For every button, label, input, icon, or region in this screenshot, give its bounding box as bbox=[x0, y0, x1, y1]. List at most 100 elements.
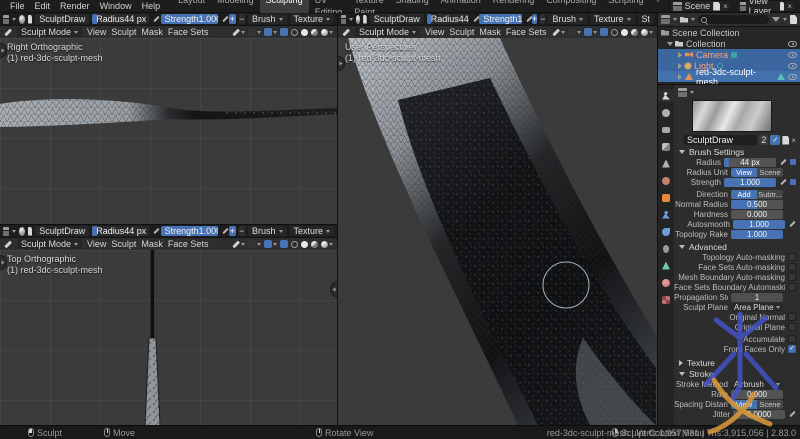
editor-type-icon[interactable] bbox=[3, 227, 9, 236]
eyedropper-icon[interactable] bbox=[152, 15, 157, 23]
sculpt-plane-dropdown[interactable]: Area Plane bbox=[731, 303, 783, 312]
remove-brush-button[interactable]: − bbox=[239, 226, 245, 236]
face-sets-menu[interactable]: Face Sets bbox=[168, 27, 209, 37]
outliner-row-collection[interactable]: Collection bbox=[658, 38, 800, 49]
brush-menu[interactable]: Brush bbox=[548, 14, 587, 24]
eye-icon[interactable] bbox=[788, 41, 797, 47]
viewport-user-perspective[interactable]: SculptDraw Radius44 px Strength1.000 + −… bbox=[337, 13, 657, 425]
hardness-slider[interactable]: 0.000 bbox=[731, 210, 783, 219]
radius-slider[interactable]: Radius44 px bbox=[427, 14, 470, 24]
tab-material[interactable] bbox=[658, 276, 674, 289]
strength-slider[interactable]: Strength1.000 bbox=[479, 14, 522, 24]
gizmo-icon[interactable] bbox=[264, 28, 277, 36]
strength-slider[interactable]: Strength1.000 bbox=[161, 226, 218, 236]
editor-type-caret[interactable] bbox=[349, 18, 353, 21]
remove-brush-button[interactable]: − bbox=[540, 14, 545, 24]
sculpt-menu[interactable]: Sculpt bbox=[111, 239, 136, 249]
normal-radius-slider[interactable]: 0.500 bbox=[731, 200, 783, 209]
stroke-menu[interactable]: St bbox=[638, 14, 655, 24]
mask-menu[interactable]: Mask bbox=[141, 27, 163, 37]
users-count[interactable]: 2 bbox=[759, 135, 768, 145]
expand-icon[interactable] bbox=[678, 52, 682, 58]
menu-help[interactable]: Help bbox=[138, 1, 165, 11]
strength-slider[interactable]: 1.000 bbox=[724, 178, 776, 187]
jitter-slider[interactable]: 0.0000 bbox=[733, 410, 785, 419]
brush-preview-icon[interactable] bbox=[19, 15, 25, 24]
panel-stroke[interactable]: Stroke bbox=[674, 368, 800, 379]
eyedropper-icon[interactable] bbox=[221, 227, 226, 235]
shading-wireframe-icon[interactable] bbox=[291, 241, 298, 248]
autosmooth-slider[interactable]: 1.000 bbox=[733, 220, 785, 229]
expand-icon[interactable] bbox=[667, 42, 673, 46]
duplicate-icon[interactable] bbox=[782, 136, 789, 145]
original-normal-checkbox[interactable] bbox=[788, 313, 796, 321]
eyedropper-icon[interactable] bbox=[779, 178, 787, 186]
sculpt-menu[interactable]: Sculpt bbox=[449, 27, 474, 37]
outliner-row-scene-collection[interactable]: Scene Collection bbox=[658, 27, 800, 38]
radius-unit-scene[interactable]: Scene bbox=[757, 168, 783, 177]
radius-slider[interactable]: Radius44 px bbox=[92, 226, 149, 236]
shading-solid-icon[interactable] bbox=[621, 29, 628, 36]
front-faces-only-checkbox[interactable]: ✓ bbox=[788, 345, 796, 353]
mode-dropdown[interactable]: Sculpt Mode bbox=[355, 27, 420, 37]
sidebar-toggle[interactable] bbox=[330, 282, 337, 297]
filter-icon[interactable] bbox=[772, 17, 780, 22]
close-view-layer-icon[interactable]: × bbox=[787, 2, 792, 11]
expand-icon[interactable] bbox=[678, 63, 682, 69]
propagation-steps-field[interactable]: 1 bbox=[731, 293, 783, 302]
meshboundary-automask-checkbox[interactable] bbox=[788, 273, 796, 281]
brush-preview-icon[interactable] bbox=[19, 227, 25, 236]
panel-advanced[interactable]: Advanced bbox=[674, 241, 800, 252]
shading-solid-icon[interactable] bbox=[301, 241, 308, 248]
brush-name-field[interactable]: SculptDraw bbox=[684, 135, 757, 145]
eye-icon[interactable] bbox=[788, 74, 797, 80]
eye-icon[interactable] bbox=[788, 52, 797, 58]
strength-slider[interactable]: Strength1.000 bbox=[161, 14, 218, 24]
shading-rendered-icon[interactable] bbox=[321, 29, 333, 36]
tab-render[interactable] bbox=[658, 106, 674, 119]
facesets-boundary-automask-checkbox[interactable] bbox=[788, 283, 796, 291]
menu-file[interactable]: File bbox=[6, 1, 29, 11]
add-brush-button[interactable]: + bbox=[229, 226, 235, 236]
view-menu[interactable]: View bbox=[87, 239, 106, 249]
radius-slider[interactable]: Radius44 px bbox=[92, 14, 149, 24]
close-scene-icon[interactable]: × bbox=[723, 2, 728, 11]
add-brush-button[interactable]: + bbox=[532, 14, 537, 24]
shading-rendered-icon[interactable] bbox=[641, 29, 653, 36]
topology-rake-slider[interactable]: 1.000 bbox=[731, 230, 783, 239]
sculpt-menu[interactable]: Sculpt bbox=[111, 27, 136, 37]
tab-texture[interactable] bbox=[658, 293, 674, 306]
new-collection-icon[interactable] bbox=[790, 15, 797, 24]
texture-menu[interactable]: Texture bbox=[290, 226, 335, 236]
overlays-icon[interactable] bbox=[280, 240, 288, 248]
tab-physics[interactable] bbox=[658, 225, 674, 238]
editor-type-icon[interactable] bbox=[678, 88, 687, 97]
brush-name-field[interactable]: SculptDraw bbox=[370, 14, 424, 24]
face-sets-menu[interactable]: Face Sets bbox=[506, 27, 547, 37]
snap-icon[interactable] bbox=[248, 28, 261, 36]
shading-material-icon[interactable] bbox=[631, 29, 638, 36]
new-view-layer-icon[interactable] bbox=[780, 2, 784, 11]
shading-wireframe-icon[interactable] bbox=[291, 29, 298, 36]
brush-texture-preview[interactable] bbox=[692, 100, 772, 132]
mask-menu[interactable]: Mask bbox=[141, 239, 163, 249]
eyedropper-icon[interactable] bbox=[221, 15, 226, 23]
tab-scene[interactable] bbox=[658, 157, 674, 170]
eyedropper-icon[interactable] bbox=[472, 15, 476, 23]
fake-user-shield-icon[interactable]: ✓ bbox=[770, 135, 780, 145]
viewport-right-orthographic[interactable]: SculptDraw Radius44 px Strength1.000 + −… bbox=[0, 13, 337, 224]
eyedropper-icon[interactable] bbox=[788, 220, 796, 228]
face-sets-menu[interactable]: Face Sets bbox=[168, 239, 209, 249]
editor-type-caret[interactable] bbox=[12, 18, 16, 21]
spacing-scene-button[interactable]: Scene bbox=[757, 400, 783, 409]
spacing-view-button[interactable]: View bbox=[731, 400, 757, 409]
annotate-tool-icon[interactable] bbox=[232, 28, 245, 36]
editor-type-icon[interactable] bbox=[3, 15, 9, 24]
expand-icon[interactable] bbox=[678, 74, 682, 80]
menu-render[interactable]: Render bbox=[56, 1, 94, 11]
shading-rendered-icon[interactable] bbox=[321, 241, 333, 248]
outliner-row-sculpt-mesh[interactable]: red-3dc-sculpt-mesh bbox=[658, 71, 800, 82]
unlink-icon[interactable]: × bbox=[791, 136, 796, 145]
tab-modifiers[interactable] bbox=[658, 208, 674, 221]
gizmo-icon[interactable] bbox=[584, 28, 597, 36]
